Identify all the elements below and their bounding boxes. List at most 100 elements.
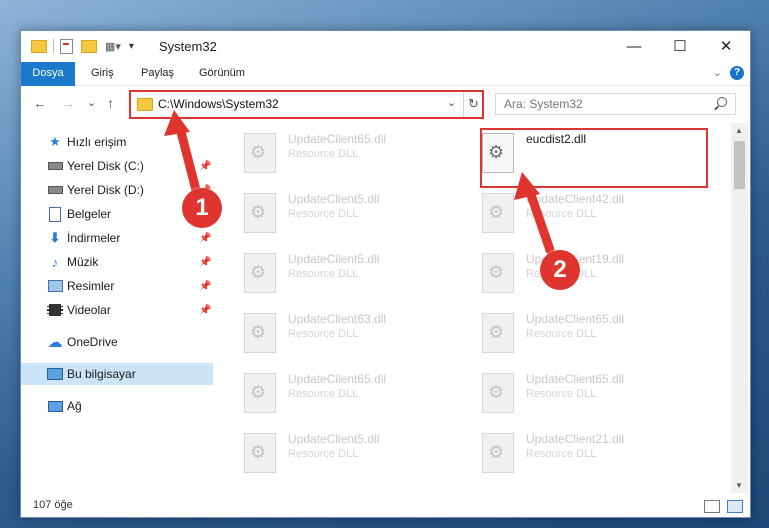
customize-toolbar-icon[interactable]: ▦▾ [105,40,121,53]
properties-icon[interactable] [60,38,73,54]
sidebar-item-music[interactable]: ♪ Müzik 📌 [21,251,213,273]
search-box[interactable] [495,93,736,115]
sidebar-item-onedrive[interactable]: ☁ OneDrive [21,331,213,353]
up-button[interactable]: ↑ [107,95,114,111]
sidebar-item-this-pc[interactable]: Bu bilgisayar [21,363,213,385]
file-name: UpdateClient5.dll [288,192,380,206]
file-name: UpdateClient65.dll [288,372,387,386]
sidebar-item-videos[interactable]: Videolar 📌 [21,299,213,321]
network-icon [47,398,63,414]
file-type: Resource DLL [526,208,597,220]
file-type: Resource DLL [288,448,359,460]
file-name: UpdateClient5.dll [288,252,380,266]
file-item[interactable]: UpdateClient63.dll Resource DLL [218,309,453,367]
file-item[interactable]: UpdateClient5.dll Resource DLL [218,189,453,247]
sidebar-item-network[interactable]: Ağ [21,395,213,417]
search-input[interactable] [502,96,706,112]
file-name: UpdateClient65.dll [526,312,625,326]
window-title: System32 [159,39,217,54]
music-icon: ♪ [51,254,59,270]
file-name: UpdateClient63.dll [288,312,387,326]
vertical-scrollbar[interactable]: ▲ ▼ [731,123,748,493]
file-type: Resource DLL [288,388,359,400]
documents-icon [47,206,63,222]
back-button[interactable]: ← [33,95,47,111]
file-item[interactable]: UpdateClient65.dll Resource DLL [218,129,453,187]
file-item[interactable]: UpdateClient42.dll Resource DLL [456,189,691,247]
dll-file-icon [482,313,514,353]
dll-file-icon [482,373,514,413]
dll-file-icon [244,133,276,173]
videos-icon [47,302,63,318]
tab-share[interactable]: Paylaş [141,62,174,85]
file-type: Resource DLL [288,208,359,220]
expand-ribbon-icon[interactable]: ⌄ [713,66,722,79]
tab-home[interactable]: Giriş [91,62,114,85]
sidebar-item-local-disk-c[interactable]: Yerel Disk (C:) 📌 [21,155,213,177]
tab-view[interactable]: Görünüm [199,62,245,85]
sidebar-item-quick-access[interactable]: ★ Hızlı erişim [21,131,213,153]
sidebar-item-label: Yerel Disk (D:) [67,183,144,197]
search-icon[interactable] [717,97,727,107]
dll-file-icon [244,373,276,413]
address-dropdown-icon[interactable]: ⌄ [447,96,456,109]
file-type: Resource DLL [526,388,597,400]
file-item[interactable]: UpdateClient65.dll Resource DLL [456,369,691,427]
sidebar-item-pictures[interactable]: Resimler 📌 [21,275,213,297]
pin-icon: 📌 [199,256,212,268]
maximize-button[interactable]: ☐ [657,31,703,61]
drive-icon [47,158,63,174]
computer-icon [47,366,63,382]
sidebar-item-label: Resimler [67,279,115,293]
close-button[interactable]: ✕ [703,31,749,61]
folder-icon [137,98,153,111]
dll-file-icon [244,193,276,233]
navigation-pane: ★ Hızlı erişim Yerel Disk (C:) 📌 Yerel D… [21,123,213,493]
dll-file-icon [482,253,514,293]
pin-icon: 📌 [199,280,212,292]
file-item[interactable]: UpdateClient5.dll Resource DLL [218,249,453,307]
step-2-badge: 2 [540,250,580,290]
minimize-button[interactable]: — [611,31,657,61]
toolbar-dropdown-icon[interactable]: ▾ [129,41,134,52]
refresh-button[interactable]: ↻ [463,92,483,117]
file-name: UpdateClient5.dll [288,432,380,446]
large-icons-view-icon[interactable] [727,500,743,513]
sidebar-item-downloads[interactable]: ⬇ İndirmeler 📌 [21,227,213,249]
file-name: UpdateClient21.dll [526,432,625,446]
toolbar-divider [53,39,54,53]
file-item[interactable]: UpdateClient5.dll Resource DLL [218,429,453,487]
pictures-icon [47,278,63,294]
sidebar-item-label: Ağ [67,399,82,413]
recent-locations-button[interactable]: ⌄ [87,96,96,109]
details-view-icon[interactable] [704,500,720,513]
title-bar: ▦▾ ▾ System32 — ☐ ✕ [21,31,750,62]
step-1-badge: 1 [182,188,222,228]
file-type: Resource DLL [526,448,597,460]
sidebar-item-label: Hızlı erişim [67,135,127,149]
address-path[interactable]: C:\Windows\System32 [158,97,279,111]
pin-icon: 📌 [199,304,212,316]
sidebar-item-label: İndirmeler [67,231,121,245]
scrollbar-thumb[interactable] [734,141,745,189]
pin-icon: 📌 [199,232,212,244]
file-item[interactable]: UpdateClient21.dll Resource DLL [456,429,691,487]
help-icon[interactable]: ? [730,66,744,80]
file-type: Resource DLL [288,268,359,280]
new-folder-icon[interactable] [81,39,97,53]
scroll-down-icon[interactable]: ▼ [735,481,743,490]
sidebar-item-label: Bu bilgisayar [67,367,136,381]
file-item[interactable]: UpdateClient65.dll Resource DLL [456,309,691,367]
dll-file-icon [244,313,276,353]
sidebar-item-label: Yerel Disk (C:) [67,159,144,173]
address-bar[interactable]: C:\Windows\System32 ⌄ ↻ [129,90,484,119]
file-item[interactable]: UpdateClient65.dll Resource DLL [218,369,453,427]
navigation-bar: ← → ⌄ ↑ C:\Windows\System32 ⌄ ↻ [21,86,750,121]
file-name: UpdateClient65.dll [288,132,387,146]
scroll-up-icon[interactable]: ▲ [735,126,743,135]
sidebar-item-label: OneDrive [67,335,118,349]
dll-file-icon [244,253,276,293]
forward-button[interactable]: → [61,95,75,111]
dll-file-icon [482,433,514,473]
file-name: UpdateClient42.dll [526,192,625,206]
